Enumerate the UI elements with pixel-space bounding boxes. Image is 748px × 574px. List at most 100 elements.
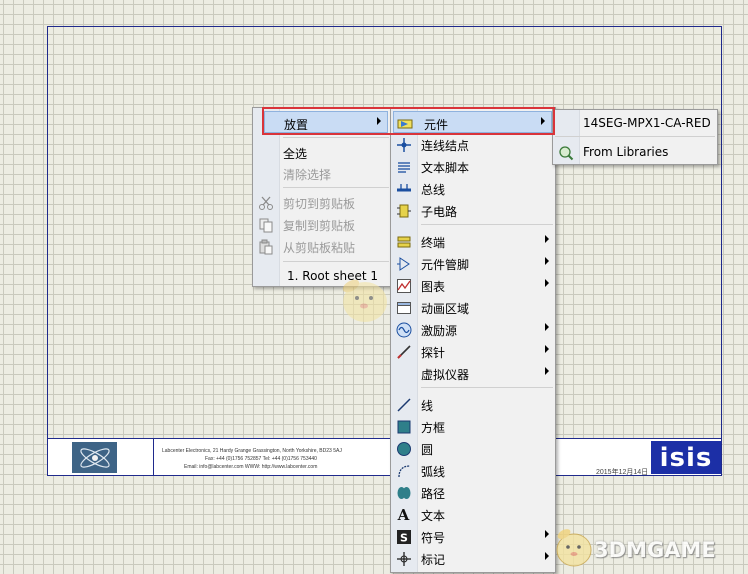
subcircuit-icon [395, 202, 412, 219]
labcenter-logo-icon [72, 442, 117, 473]
menu-item-label: 子电路 [421, 205, 458, 219]
menu-item-label: 终端 [421, 236, 446, 250]
isis-brand-logo: isis [651, 441, 721, 474]
submenu-arrow-icon [545, 323, 549, 331]
menu-item-generator[interactable]: 激励源 [391, 318, 555, 340]
menu-separator [555, 136, 715, 137]
menu-item-subcircuit[interactable]: 子电路 [391, 199, 555, 221]
menu-item-label: 元件管脚 [421, 258, 470, 272]
junction-icon [395, 136, 412, 153]
place-submenu: 元件 连线结点 文本脚本 总线 子电路 终端 元件管脚 图表 动画区域 激励源 … [390, 107, 556, 573]
submenu-arrow-icon [545, 257, 549, 265]
menu-item-label: 动画区域 [421, 302, 470, 316]
menu-item-select-all[interactable]: 全选 [253, 141, 391, 163]
menu-item-label: 标记 [421, 553, 446, 567]
menu-item-graph[interactable]: 图表 [391, 274, 555, 296]
menu-item-recent-device[interactable]: 14SEG-MPX1-CA-RED [553, 112, 717, 134]
menu-item-copy[interactable]: 复制到剪贴板 [253, 213, 391, 235]
menu-item-tape[interactable]: 动画区域 [391, 296, 555, 318]
tape-icon [395, 299, 412, 316]
bus-icon [395, 180, 412, 197]
menu-item-box[interactable]: 方框 [391, 415, 555, 437]
menu-separator [421, 387, 553, 388]
menu-item-label: 图表 [421, 280, 446, 294]
submenu-arrow-icon [545, 279, 549, 287]
menu-item-label: 符号 [421, 531, 446, 545]
svg-text:S: S [400, 531, 408, 544]
symbol-icon: S [395, 528, 412, 545]
paste-icon [257, 238, 274, 255]
title-block: Labcenter Electronics, 21 Hardy Grange G… [47, 438, 722, 476]
marker-icon [395, 550, 412, 567]
menu-item-circle[interactable]: 圆 [391, 437, 555, 459]
menu-item-label: 总线 [421, 183, 446, 197]
menu-item-device-pin[interactable]: 元件管脚 [391, 252, 555, 274]
menu-separator [283, 137, 389, 138]
menu-item-text[interactable]: A 文本 [391, 503, 555, 525]
menu-item-probe[interactable]: 探针 [391, 340, 555, 362]
text-icon: A [397, 505, 410, 524]
menu-item-label: 文本脚本 [421, 161, 470, 175]
menu-item-label: 清除选择 [283, 168, 332, 182]
menu-item-label: 弧线 [421, 465, 446, 479]
terminal-icon [395, 233, 412, 250]
menu-item-label: 复制到剪贴板 [283, 219, 356, 233]
library-search-icon [557, 144, 574, 161]
menu-item-label: 激励源 [421, 324, 458, 338]
menu-item-label: 14SEG-MPX1-CA-RED [583, 116, 711, 130]
mascot-watermark-icon [327, 268, 397, 330]
menu-item-label: 线 [421, 399, 434, 413]
menu-item-instrument[interactable]: 虚拟仪器 [391, 362, 555, 384]
title-block-address: Labcenter Electronics, 21 Hardy Grange G… [162, 448, 342, 454]
menu-item-label: 虚拟仪器 [421, 368, 470, 382]
watermark-text: 3DMGAME [594, 538, 716, 562]
menu-item-arc[interactable]: 弧线 [391, 459, 555, 481]
menu-item-label: 文本 [421, 509, 446, 523]
circle-icon [395, 440, 412, 457]
menu-item-label: 方框 [421, 421, 446, 435]
box-icon [395, 418, 412, 435]
path-icon [395, 484, 412, 501]
menu-separator [421, 224, 553, 225]
menu-item-label: From Libraries [583, 145, 669, 159]
site-watermark: 3DMGAME [548, 520, 748, 574]
menu-item-label: 剪切到剪贴板 [283, 197, 356, 211]
component-submenu: 14SEG-MPX1-CA-RED From Libraries [552, 109, 718, 165]
title-block-divider [153, 439, 154, 475]
copy-icon [257, 216, 274, 233]
menu-item-from-libraries[interactable]: From Libraries [553, 141, 717, 163]
menu-separator [283, 261, 389, 262]
title-block-date: 2015年12月14日 [596, 469, 649, 476]
menu-item-label: 路径 [421, 487, 446, 501]
menu-item-cut[interactable]: 剪切到剪贴板 [253, 191, 391, 213]
title-block-phone: Fax: +44 (0)1756 752857 Tel: +44 (0)1756… [205, 456, 317, 462]
menu-item-label: 全选 [283, 147, 308, 161]
text-script-icon [395, 158, 412, 175]
submenu-arrow-icon [545, 235, 549, 243]
menu-item-label: 圆 [421, 443, 434, 457]
menu-item-paste[interactable]: 从剪贴板粘贴 [253, 235, 391, 257]
device-pin-icon [395, 255, 412, 272]
scissors-icon [257, 194, 274, 211]
graph-icon [395, 277, 412, 294]
submenu-arrow-icon [545, 367, 549, 375]
probe-icon [395, 343, 412, 360]
annotation-highlight-box [262, 107, 555, 135]
menu-item-clear-selection[interactable]: 清除选择 [253, 162, 391, 184]
line-icon [395, 396, 412, 413]
menu-item-terminal[interactable]: 终端 [391, 230, 555, 252]
menu-item-label: 从剪贴板粘贴 [283, 241, 356, 255]
arc-icon [395, 462, 412, 479]
menu-item-symbol[interactable]: S 符号 [391, 525, 555, 547]
menu-separator [283, 187, 389, 188]
submenu-arrow-icon [545, 345, 549, 353]
menu-item-label: 探针 [421, 346, 446, 360]
menu-item-junction[interactable]: 连线结点 [391, 133, 555, 155]
menu-item-line[interactable]: 线 [391, 393, 555, 415]
menu-item-path[interactable]: 路径 [391, 481, 555, 503]
title-block-contact: Email: info@labcenter.com WWW: http://ww… [184, 464, 318, 470]
mascot-watermark-icon [556, 529, 592, 567]
menu-item-marker[interactable]: 标记 [391, 547, 555, 569]
menu-item-bus[interactable]: 总线 [391, 177, 555, 199]
menu-item-text-script[interactable]: 文本脚本 [391, 155, 555, 177]
